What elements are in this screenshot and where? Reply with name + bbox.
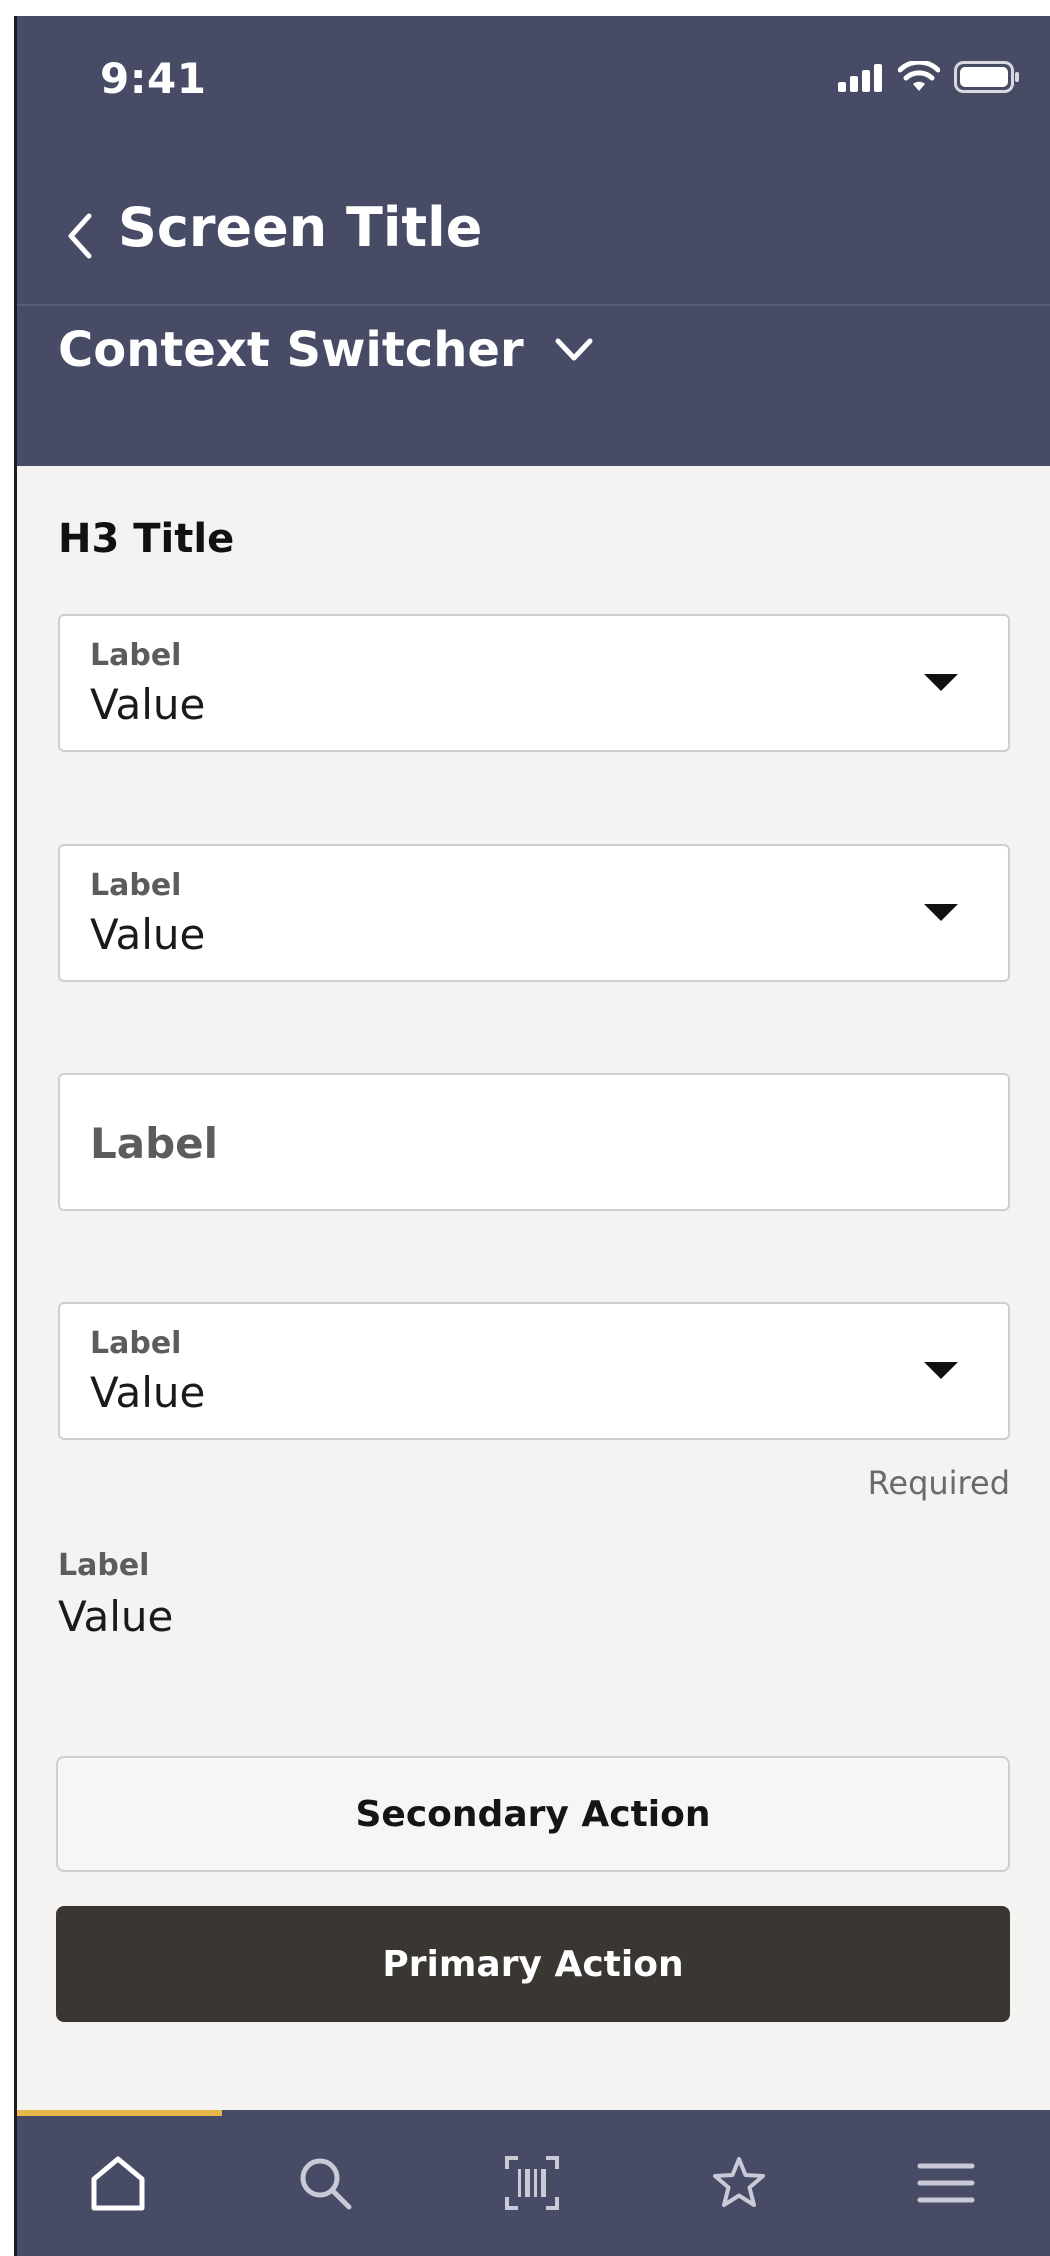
header-divider — [14, 304, 1050, 306]
nav-favorites[interactable] — [636, 2110, 843, 2256]
back-button[interactable] — [50, 206, 110, 266]
nav-search[interactable] — [221, 2110, 428, 2256]
app-screen: 9:41 Screen Title Context Switcher H3 Ti… — [14, 16, 1050, 2256]
menu-icon — [917, 2163, 975, 2203]
nav-home[interactable] — [14, 2110, 221, 2256]
section-title: H3 Title — [58, 516, 235, 562]
battery-icon — [954, 61, 1019, 93]
screen-title: Screen Title — [118, 196, 483, 259]
cellular-signal-icon — [838, 64, 882, 92]
bottom-navigation — [14, 2110, 1050, 2256]
select-field-2[interactable]: Label Value — [58, 844, 1010, 982]
nav-menu[interactable] — [843, 2110, 1050, 2256]
context-switcher-label: Context Switcher — [58, 322, 524, 378]
caret-down-icon — [924, 904, 958, 921]
caret-down-icon — [924, 674, 958, 691]
header-curve — [14, 434, 1050, 464]
barcode-scan-icon — [505, 2156, 559, 2210]
secondary-action-button[interactable]: Secondary Action — [56, 1756, 1010, 1872]
readonly-value: Value — [58, 1592, 174, 1641]
title-bar: Screen Title — [14, 166, 1050, 306]
field-label: Label — [90, 638, 182, 673]
star-icon — [713, 2157, 766, 2207]
active-tab-indicator — [14, 2110, 222, 2116]
home-icon — [91, 2156, 145, 2211]
field-label: Label — [90, 1326, 182, 1361]
context-switcher[interactable]: Context Switcher — [58, 322, 594, 378]
status-time: 9:41 — [100, 54, 207, 103]
app-header: 9:41 Screen Title Context Switcher — [14, 16, 1050, 466]
readonly-label: Label — [58, 1548, 150, 1583]
select-field-1[interactable]: Label Value — [58, 614, 1010, 752]
primary-action-button[interactable]: Primary Action — [56, 1906, 1010, 2022]
nav-scan[interactable] — [428, 2110, 635, 2256]
caret-down-icon — [924, 1362, 958, 1379]
field-value: Value — [90, 680, 206, 729]
field-value: Value — [90, 1368, 206, 1417]
status-icons — [836, 60, 1020, 94]
select-field-3[interactable]: Label Value — [58, 1302, 1010, 1440]
wifi-icon — [898, 61, 940, 91]
field-value: Value — [90, 910, 206, 959]
search-icon — [300, 2158, 352, 2210]
field-placeholder-label: Label — [90, 1119, 219, 1168]
chevron-down-icon — [555, 338, 593, 361]
required-helper-text: Required — [867, 1464, 1010, 1502]
text-input-field[interactable]: Label — [58, 1073, 1010, 1211]
field-label: Label — [90, 868, 182, 903]
chevron-left-icon — [68, 213, 92, 259]
